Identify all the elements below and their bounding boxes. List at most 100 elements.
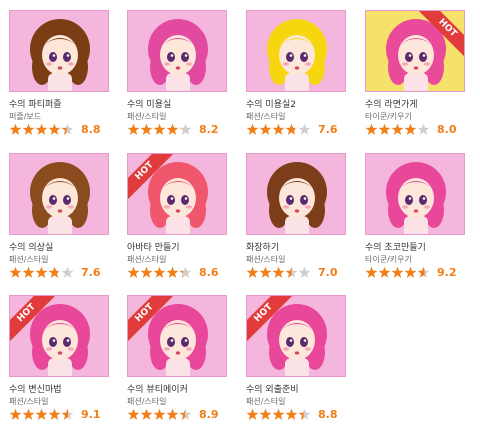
game-category[interactable]: 패션/스타일 [127,254,167,265]
rating-score: 7.6 [81,266,101,279]
game-card[interactable]: HOT 수의 라면가게 타이쿤/키우기 8.0 [365,10,465,142]
game-card[interactable]: 수의 미용실2 패션/스타일 7.6 [246,10,346,142]
game-category[interactable]: 패션/스타일 [246,254,286,265]
rating: 8.0 [365,123,465,137]
star-icon [246,123,259,135]
star-icon [48,266,61,278]
character-illustration [10,154,108,234]
game-category[interactable]: 패션/스타일 [246,396,286,407]
star-icon [48,408,61,420]
game-title[interactable]: 수의 변신마법 [9,382,62,395]
rating-stars [246,266,311,278]
game-category[interactable]: 퍼즐/보드 [9,111,41,122]
game-card[interactable]: 수의 초코만들기 타이쿤/키우기 9.2 [365,153,465,285]
game-thumbnail[interactable]: HOT [9,295,109,377]
star-icon [298,266,311,278]
game-title[interactable]: 아바타 만들기 [127,240,180,253]
game-category[interactable]: 타이쿤/키우기 [365,111,412,122]
star-icon [9,408,22,420]
game-card[interactable]: 수의 의상실 패션/스타일 7.6 [9,153,109,285]
game-card[interactable]: HOT 수의 외출준비 패션/스타일 8.8 [246,295,346,427]
star-icon [35,408,48,420]
game-thumbnail[interactable] [9,10,109,92]
rating-score: 7.0 [318,266,338,279]
rating-stars [246,123,311,135]
game-title[interactable]: 수의 초코만들기 [365,240,426,253]
game-card[interactable]: 수의 파티퍼즐 퍼즐/보드 8.8 [9,10,109,142]
game-thumbnail[interactable] [127,10,227,92]
character-illustration [366,154,464,234]
star-icon [179,266,192,278]
star-icon [48,123,61,135]
star-icon [127,408,140,420]
game-title[interactable]: 화장하기 [246,240,279,253]
star-icon [298,123,311,135]
rating-score: 8.2 [199,123,219,136]
game-thumbnail[interactable]: HOT [127,295,227,377]
game-thumbnail[interactable]: HOT [246,295,346,377]
game-category[interactable]: 패션/스타일 [9,396,49,407]
game-title[interactable]: 수의 뷰티메이커 [127,382,188,395]
game-title[interactable]: 수의 미용실 [127,97,171,110]
star-icon [259,408,272,420]
rating-stars [365,266,430,278]
star-icon [404,266,417,278]
rating: 9.1 [9,408,109,422]
game-title[interactable]: 수의 미용실2 [246,97,296,110]
star-icon [35,123,48,135]
star-icon [365,266,378,278]
star-icon [246,266,259,278]
rating-score: 7.6 [318,123,338,136]
game-title[interactable]: 수의 파티퍼즐 [9,97,62,110]
star-icon [153,123,166,135]
rating-stars [365,123,430,135]
star-icon [9,123,22,135]
game-title[interactable]: 수의 라면가게 [365,97,418,110]
star-icon [272,123,285,135]
star-icon [272,266,285,278]
character-illustration [247,154,345,234]
star-icon [61,123,74,135]
star-icon [285,123,298,135]
star-icon [153,408,166,420]
game-title[interactable]: 수의 의상실 [9,240,53,253]
game-card[interactable]: 화장하기 패션/스타일 7.0 [246,153,346,285]
rating: 7.6 [246,123,346,137]
game-thumbnail[interactable] [246,10,346,92]
game-thumbnail[interactable]: HOT [127,153,227,235]
game-title[interactable]: 수의 외출준비 [246,382,299,395]
star-icon [153,266,166,278]
star-icon [140,408,153,420]
rating-score: 9.1 [81,408,101,421]
game-category[interactable]: 패션/스타일 [127,111,167,122]
star-icon [298,408,311,420]
game-card[interactable]: HOT 아바타 만들기 패션/스타일 8.6 [127,153,227,285]
star-icon [127,266,140,278]
game-category[interactable]: 패션/스타일 [246,111,286,122]
star-icon [179,123,192,135]
game-thumbnail[interactable] [246,153,346,235]
star-icon [404,123,417,135]
star-icon [166,123,179,135]
game-grid: 수의 파티퍼즐 퍼즐/보드 8.8 수의 미용실 패션/스타일 8.2 수의 미용실2 패… [0,0,480,435]
game-category[interactable]: 패션/스타일 [9,254,49,265]
star-icon [285,266,298,278]
rating: 8.8 [9,123,109,137]
game-category[interactable]: 패션/스타일 [127,396,167,407]
game-category[interactable]: 타이쿤/키우기 [365,254,412,265]
game-card[interactable]: HOT 수의 뷰티메이커 패션/스타일 8.9 [127,295,227,427]
game-card[interactable]: 수의 미용실 패션/스타일 8.2 [127,10,227,142]
game-thumbnail[interactable]: HOT [365,10,465,92]
star-icon [22,408,35,420]
rating-score: 8.8 [81,123,101,136]
game-thumbnail[interactable] [9,153,109,235]
star-icon [61,408,74,420]
game-card[interactable]: HOT 수의 변신마법 패션/스타일 9.1 [9,295,109,427]
rating-stars [246,408,311,420]
star-icon [61,266,74,278]
game-thumbnail[interactable] [365,153,465,235]
rating: 9.2 [365,266,465,280]
star-icon [127,123,140,135]
star-icon [140,266,153,278]
star-icon [272,408,285,420]
